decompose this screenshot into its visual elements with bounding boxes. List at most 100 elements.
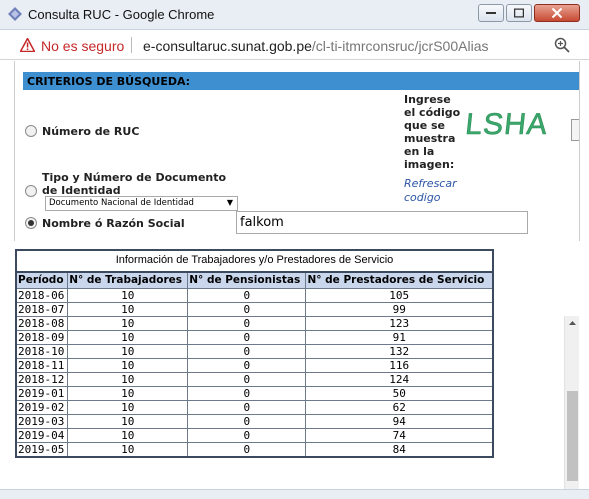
minimize-button[interactable] [478,4,504,22]
radio-document[interactable] [25,185,37,197]
table-row: 2018-06 10 0 105 [15,287,494,303]
cell-period: 2019-03 [15,413,69,429]
captcha-prompt: Ingrese el código que se muestra en la i… [404,93,461,171]
url-path: /cl-ti-itmrconsruc/jcrS00Alias [311,38,489,54]
label-ruc: Número de RUC [42,125,140,138]
cell-period: 2018-09 [15,329,69,345]
cell-pensioners: 0 [187,315,307,331]
document-type-value: Documento Nacional de Identidad [49,198,194,208]
refresh-captcha-link[interactable]: Refrescar codigo [404,177,474,205]
table-row: 2019-02 10 0 62 [15,399,494,415]
cell-providers: 105 [305,287,494,303]
cell-period: 2018-08 [15,315,69,331]
table-header-row: Período N° de Trabajadores N° de Pension… [15,271,494,289]
cell-workers: 10 [67,385,189,401]
cell-providers: 74 [305,427,494,443]
cell-period: 2019-04 [15,427,69,443]
radio-name[interactable] [25,217,37,229]
cell-pensioners: 0 [187,413,307,429]
cell-pensioners: 0 [187,301,307,317]
cell-pensioners: 0 [187,343,307,359]
cell-providers: 91 [305,329,494,345]
table-row: 2019-04 10 0 74 [15,427,494,443]
captcha-image: LSHA [464,108,550,141]
cell-workers: 10 [67,287,189,303]
label-document: Tipo y Número de Documento de Identidad [42,171,227,197]
table-row: 2018-11 10 0 116 [15,357,494,373]
col-period: Período [15,271,69,289]
table-row: 2019-01 10 0 50 [15,385,494,401]
cell-workers: 10 [67,357,189,373]
security-label[interactable]: No es seguro [41,38,124,54]
cell-period: 2019-02 [15,399,69,415]
table-caption: Información de Trabajadores y/o Prestado… [15,249,494,271]
results-table: Información de Trabajadores y/o Prestado… [15,249,494,458]
cell-pensioners: 0 [187,385,307,401]
cell-workers: 10 [67,329,189,345]
cell-period: 2018-11 [15,357,69,373]
cell-pensioners: 0 [187,441,307,457]
cell-providers: 116 [305,357,494,373]
cell-period: 2018-07 [15,301,69,317]
cell-workers: 10 [67,315,189,331]
cell-period: 2018-06 [15,287,69,303]
results-frame: Información de Trabajadores y/o Prestado… [0,246,589,499]
col-providers: N° de Prestadores de Servicio [305,271,494,289]
table-row: 2018-10 10 0 132 [15,343,494,359]
radio-ruc[interactable] [25,125,37,137]
upper-scroll-stub[interactable] [571,119,579,141]
window-bottom-border [0,489,589,499]
cell-workers: 10 [67,343,189,359]
name-input[interactable]: falkom [236,211,528,234]
cell-pensioners: 0 [187,399,307,415]
cell-providers: 99 [305,301,494,317]
cell-pensioners: 0 [187,427,307,443]
cell-period: 2019-01 [15,385,69,401]
table-row: 2018-08 10 0 123 [15,315,494,331]
minimize-icon [486,12,496,14]
address-separator [131,37,132,53]
close-button[interactable] [534,4,580,22]
warning-icon[interactable] [20,38,35,52]
cell-period: 2018-12 [15,371,69,387]
table-row: 2018-12 10 0 124 [15,371,494,387]
label-name: Nombre ó Razón Social [42,217,185,230]
table-row: 2018-09 10 0 91 [15,329,494,345]
cell-providers: 50 [305,385,494,401]
section-title: CRITERIOS DE BÚSQUEDA: [23,72,579,90]
window-title: Consulta RUC - Google Chrome [28,7,215,22]
cell-workers: 10 [67,399,189,415]
col-pensioners: N° de Pensionistas [187,271,307,289]
col-workers: N° de Trabajadores [67,271,189,289]
cell-workers: 10 [67,301,189,317]
cell-workers: 10 [67,413,189,429]
document-type-select[interactable]: Documento Nacional de Identidad ▼ [45,196,238,211]
search-frame: CRITERIOS DE BÚSQUEDA: Número de RUC Tip… [14,61,580,241]
captcha-text: LSHA [464,108,550,141]
vertical-scrollbar[interactable] [564,316,579,499]
chevron-down-icon: ▼ [226,198,233,207]
maximize-button[interactable] [506,4,532,22]
cell-pensioners: 0 [187,287,307,303]
scroll-thumb[interactable] [567,391,578,481]
table-row: 2019-05 10 0 84 [15,441,494,457]
table-body: 2018-06 10 0 105 2018-07 10 0 99 2018-08 10 0 123… [15,287,494,457]
cell-providers: 124 [305,371,494,387]
zoom-icon[interactable] [554,37,570,53]
close-icon [551,7,563,19]
table-row: 2019-03 10 0 94 [15,413,494,429]
cell-pensioners: 0 [187,371,307,387]
cell-workers: 10 [67,371,189,387]
app-icon [8,7,22,21]
scroll-up-icon[interactable] [565,316,580,330]
page-content: CRITERIOS DE BÚSQUEDA: Número de RUC Tip… [0,61,589,499]
window-titlebar: Consulta RUC - Google Chrome [0,0,589,30]
cell-providers: 94 [305,413,494,429]
cell-providers: 123 [305,315,494,331]
cell-workers: 10 [67,427,189,443]
address-bar[interactable]: No es seguro e-consultaruc.sunat.gob.pe/… [0,30,589,60]
cell-period: 2019-05 [15,441,69,457]
url-text[interactable]: e-consultaruc.sunat.gob.pe/cl-ti-itmrcon… [143,38,488,54]
cell-pensioners: 0 [187,329,307,345]
cell-providers: 84 [305,441,494,457]
